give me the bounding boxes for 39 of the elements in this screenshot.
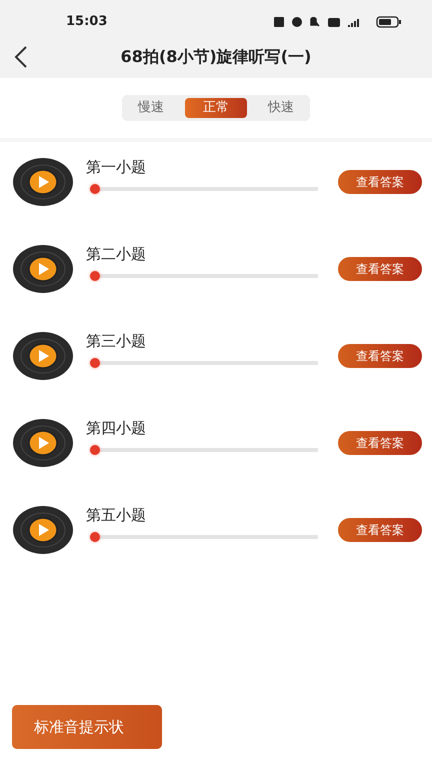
record-play-button[interactable] [12,244,74,294]
progress-track[interactable] [90,445,318,455]
progress-track[interactable] [90,532,318,542]
vinyl-play-icon [12,244,74,294]
view-answer-button[interactable]: 查看答案 [338,518,422,542]
back-icon [14,45,28,69]
speed-tab[interactable]: 快速 [255,98,307,118]
record-play-button[interactable] [12,157,74,207]
progress-thumb[interactable] [90,271,100,281]
status-time: 15:03 [66,13,108,32]
view-answer-button[interactable]: 查看答案 [338,257,422,281]
signal-icon [348,17,360,27]
view-answer-button[interactable]: 查看答案 [338,170,422,194]
vinyl-play-icon [12,157,74,207]
view-answer-button[interactable]: 查看答案 [338,344,422,368]
view-answer-button[interactable]: 查看答案 [338,431,422,455]
progress-thumb[interactable] [90,358,100,368]
question-title: 第一小题 [86,157,147,178]
progress-track[interactable] [90,271,318,281]
standard-pitch-button[interactable]: 标准音提示状 [12,705,162,749]
progress-thumb[interactable] [90,445,100,455]
record-play-button[interactable] [12,505,74,555]
vinyl-play-icon [12,418,74,468]
speed-tab[interactable]: 慢速 [125,98,177,118]
record-play-button[interactable] [12,418,74,468]
speed-tab[interactable]: 正常 [185,98,247,118]
progress-thumb[interactable] [90,184,100,194]
record-play-button[interactable] [12,331,74,381]
question-title: 第三小题 [86,331,147,352]
progress-track[interactable] [90,358,318,368]
vinyl-play-icon [12,331,74,381]
question-title: 第二小题 [86,244,147,265]
page-title: 68拍(8小节)旋律听写(一) [120,46,312,68]
progress-track[interactable] [90,184,318,194]
question-title: 第五小题 [86,505,147,526]
battery-icon [376,16,402,28]
question-title: 第四小题 [86,418,147,439]
progress-thumb[interactable] [90,532,100,542]
vinyl-play-icon [12,505,74,555]
